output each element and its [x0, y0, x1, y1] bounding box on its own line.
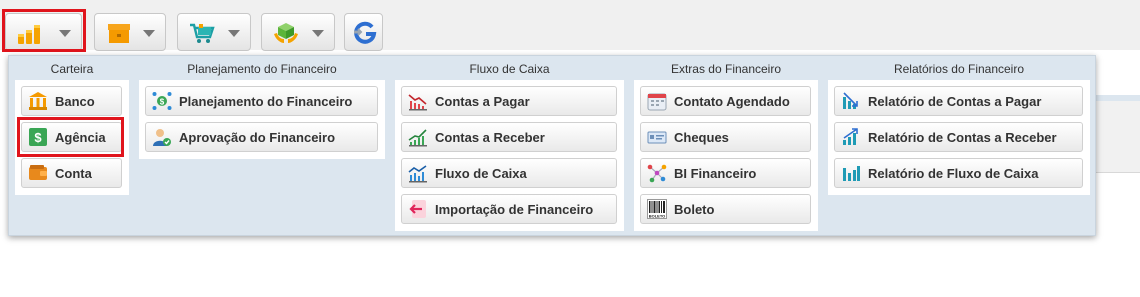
g-sync-icon: [354, 21, 377, 44]
menu-item-contato-agendado[interactable]: Contato Agendado: [640, 86, 811, 116]
menu-item-label: Conta: [55, 165, 92, 181]
chevron-down-icon: [312, 30, 324, 37]
report-pay-icon: [843, 92, 858, 109]
wallet-icon: [29, 165, 47, 180]
menu-item-label: Contas a Pagar: [435, 93, 530, 109]
menu-item-conta[interactable]: Conta: [21, 158, 122, 188]
menu-item-label: BI Financeiro: [674, 165, 757, 181]
report-receive-icon: [843, 128, 858, 145]
top-toolbar: [0, 0, 1140, 52]
menu-item-fluxo-caixa[interactable]: Fluxo de Caixa: [401, 158, 617, 188]
g-sync-button[interactable]: [344, 13, 383, 51]
menu-item-bi-financeiro[interactable]: BI Financeiro: [640, 158, 811, 188]
cheque-icon: [647, 131, 667, 144]
column-title-carteira: Carteira: [50, 62, 94, 76]
chevron-down-icon: [228, 30, 240, 37]
menu-item-label: Relatório de Contas a Receber: [868, 129, 1057, 145]
column-extras: Contato Agendado Cheques BI Financeiro B…: [634, 80, 818, 231]
agencia-highlight-box: [17, 117, 124, 157]
menu-item-label: Relatório de Contas a Pagar: [868, 93, 1042, 109]
menu-item-contas-receber[interactable]: Contas a Receber: [401, 122, 617, 152]
menu-item-planejamento-financeiro[interactable]: $ Planejamento do Financeiro: [145, 86, 378, 116]
menu-item-boleto[interactable]: BOLETO Boleto: [640, 194, 811, 224]
logistica-menu-button[interactable]: [261, 13, 335, 51]
menu-item-label: Contato Agendado: [674, 93, 790, 109]
menu-item-relatorio-contas-pagar[interactable]: Relatório de Contas a Pagar: [834, 86, 1083, 116]
menu-item-label: Importação de Financeiro: [435, 201, 594, 217]
bi-icon: [647, 164, 667, 183]
hands-cube-icon: [274, 23, 298, 43]
bank-icon: [29, 92, 47, 110]
cart-icon: [190, 23, 215, 43]
import-icon: [409, 200, 426, 218]
box-icon: [108, 24, 130, 43]
menu-item-label: Cheques: [674, 129, 729, 145]
column-planejamento: $ Planejamento do Financeiro Aprovação d…: [139, 80, 385, 159]
menu-item-relatorio-fluxo-caixa[interactable]: Relatório de Fluxo de Caixa: [834, 158, 1083, 188]
menu-item-cheques[interactable]: Cheques: [640, 122, 811, 152]
page-background-bar: [1095, 101, 1140, 173]
menu-item-aprovacao-financeiro[interactable]: Aprovação do Financeiro: [145, 122, 378, 152]
financeiro-mega-menu: Carteira Banco $ Agência Conta Planejame…: [8, 55, 1096, 236]
menu-item-relatorio-contas-receber[interactable]: Relatório de Contas a Receber: [834, 122, 1083, 152]
chart-down-icon: [408, 94, 427, 111]
network-dollar-icon: $: [152, 92, 172, 110]
column-title-fluxo: Fluxo de Caixa: [469, 62, 550, 76]
menu-item-label: Aprovação do Financeiro: [179, 129, 336, 145]
column-fluxo: Contas a Pagar Contas a Receber Fluxo de…: [395, 80, 624, 231]
menu-item-label: Relatório de Fluxo de Caixa: [868, 165, 1039, 181]
chart-up-icon: [408, 129, 427, 147]
menu-item-label: Banco: [55, 93, 95, 109]
menu-item-contas-pagar[interactable]: Contas a Pagar: [401, 86, 617, 116]
chevron-down-icon: [143, 30, 155, 37]
menu-item-importacao-financeiro[interactable]: Importação de Financeiro: [401, 194, 617, 224]
menu-item-label: Fluxo de Caixa: [435, 165, 527, 181]
chart-flow-icon: [408, 165, 427, 183]
column-relatorios: Relatório de Contas a Pagar Relatório de…: [828, 80, 1090, 195]
user-approve-icon: [153, 129, 171, 146]
menu-item-label: Planejamento do Financeiro: [179, 93, 353, 109]
column-title-extras: Extras do Financeiro: [670, 62, 782, 76]
column-title-relatorios: Relatórios do Financeiro: [893, 62, 1025, 76]
calendar-icon: [647, 93, 667, 111]
barcode-icon: BOLETO: [647, 199, 667, 219]
menu-item-label: Contas a Receber: [435, 129, 545, 145]
estoque-menu-button[interactable]: [94, 13, 166, 51]
vendas-menu-button[interactable]: [177, 13, 251, 51]
svg-text:$: $: [160, 98, 165, 107]
menu-item-banco[interactable]: Banco: [21, 86, 122, 116]
toolbar-highlight-box: [2, 9, 86, 52]
column-title-planejamento: Planejamento do Financeiro: [187, 62, 337, 76]
menu-item-label: Boleto: [674, 201, 715, 217]
barcode-caption: BOLETO: [649, 214, 666, 219]
report-flow-icon: [843, 166, 860, 181]
